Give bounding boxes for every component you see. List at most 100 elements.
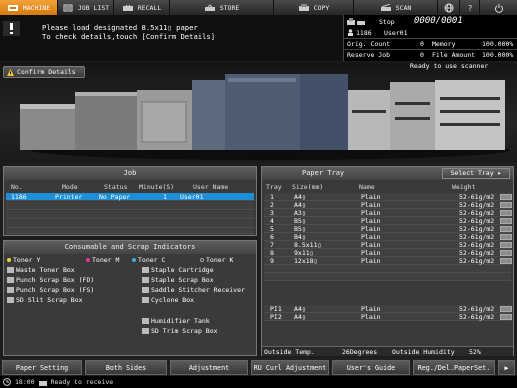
cyclone-box-indicator[interactable]: Cyclone Box bbox=[142, 296, 194, 304]
staple-cartridge-label: Staple Cartridge bbox=[151, 266, 214, 274]
tray-name: Plain bbox=[361, 313, 381, 321]
table-row[interactable] bbox=[6, 228, 254, 234]
tray-size: A3▯ bbox=[294, 209, 306, 217]
tray-size: 12x18▯ bbox=[294, 257, 318, 265]
both-sides-button[interactable]: Both Sides bbox=[85, 360, 167, 375]
staple-icon bbox=[142, 277, 149, 283]
adjustment-button[interactable]: Adjustment bbox=[170, 360, 248, 375]
tray-row[interactable]: 4 B5▯ Plain 52-61g/m2 bbox=[264, 217, 512, 225]
users-guide-button[interactable]: User's Guide bbox=[332, 360, 410, 375]
reg-del-paper-set-button[interactable]: Reg./Del.PaperSet. bbox=[413, 360, 495, 375]
table-row[interactable]: 1186 Printer No Paper 1 User01 bbox=[6, 193, 254, 201]
toner-c-indicator[interactable]: Toner C bbox=[132, 256, 165, 264]
sd-trim-indicator[interactable]: SD Trim Scrap Box bbox=[142, 327, 218, 335]
store-icon bbox=[204, 3, 215, 11]
tray-tray: 8 bbox=[270, 249, 274, 257]
staple-cartridge-indicator[interactable]: Staple Cartridge bbox=[142, 266, 214, 274]
waste-toner-icon bbox=[7, 267, 14, 273]
staple-scrap-indicator[interactable]: Staple Scrap Box bbox=[142, 276, 214, 284]
outside-humidity-value: 52% bbox=[469, 348, 481, 356]
help-button[interactable]: ? bbox=[460, 0, 480, 15]
table-row[interactable] bbox=[6, 202, 254, 210]
confirm-details-button[interactable]: Confirm Details bbox=[3, 66, 85, 78]
tray-size: B5▯ bbox=[294, 217, 306, 225]
job-panel: Job No. Mode Status Minute(S) User Name … bbox=[3, 166, 257, 236]
paper-level-icon bbox=[500, 258, 512, 264]
consumables-title: Consumable and Scrap Indicators bbox=[4, 241, 256, 254]
status-line: 18:00 Ready to receive bbox=[0, 376, 517, 388]
tray-row[interactable]: 6 B4▯ Plain 52-61g/m2 bbox=[264, 233, 512, 241]
tab-recall[interactable]: RECALL bbox=[114, 0, 170, 15]
scanner-status-icon bbox=[357, 21, 365, 25]
tab-store[interactable]: STORE bbox=[170, 0, 274, 15]
punch-fd-indicator[interactable]: Punch Scrap Box (FD) bbox=[7, 276, 94, 284]
toner-k-indicator[interactable]: Toner K bbox=[200, 256, 233, 264]
tray-weight: 52-61g/m2 bbox=[459, 249, 495, 257]
tray-size: A4▯ bbox=[294, 201, 306, 209]
toner-c-label: Toner C bbox=[138, 256, 166, 264]
job-panel-title: Job bbox=[4, 167, 256, 180]
tab-scan[interactable]: SCAN bbox=[354, 0, 438, 15]
job-header-mode: Mode bbox=[62, 183, 78, 191]
memory-label: Memory bbox=[432, 40, 456, 48]
punch-fs-indicator[interactable]: Punch Scrap Box (FS) bbox=[7, 286, 94, 294]
waste-toner-indicator[interactable]: Waste Toner Box bbox=[7, 266, 75, 274]
tray-size: B5▯ bbox=[294, 225, 306, 233]
select-tray-button[interactable]: Select Tray ▸ bbox=[442, 168, 510, 179]
sd-slit-indicator[interactable]: SD Slit Scrap Box bbox=[7, 296, 83, 304]
sd-trim-icon bbox=[142, 328, 149, 334]
copy-icon bbox=[298, 3, 309, 11]
confirm-details-label: Confirm Details bbox=[17, 68, 76, 76]
memory-value: 100.000% bbox=[482, 40, 514, 48]
warning-icon bbox=[3, 21, 20, 36]
print-counter: 0000/0001 bbox=[414, 16, 463, 26]
tray-row[interactable]: 3 A3▯ Plain 52-61g/m2 bbox=[264, 209, 512, 217]
saddle-stitcher-indicator[interactable]: Saddle Stitcher Receiver bbox=[142, 286, 245, 294]
tray-weight: 52-61g/m2 bbox=[459, 201, 495, 209]
job-minutes: 1 bbox=[163, 193, 167, 201]
tray-weight: 52-61g/m2 bbox=[459, 209, 495, 217]
tab-copy[interactable]: COPY bbox=[274, 0, 354, 15]
table-row[interactable] bbox=[6, 211, 254, 219]
tray-row bbox=[264, 265, 511, 273]
tray-size: A4▯ bbox=[294, 193, 306, 201]
environment-bar: Outside Temp. 26Degrees Outside Humidity… bbox=[262, 346, 513, 356]
globe-button[interactable] bbox=[438, 0, 460, 15]
paper-level-icon bbox=[500, 234, 512, 240]
toner-m-indicator[interactable]: Toner M bbox=[86, 256, 119, 264]
tray-row[interactable]: 7 8.5x11▯ Plain 52-61g/m2 bbox=[264, 241, 512, 249]
toner-y-indicator[interactable]: Toner Y bbox=[7, 256, 40, 264]
table-row[interactable] bbox=[6, 220, 254, 228]
tray-row bbox=[264, 273, 511, 281]
select-tray-label: Select Tray bbox=[450, 169, 494, 177]
tray-weight: 52-61g/m2 bbox=[459, 305, 495, 313]
tray-row[interactable]: PI2 A4▯ Plain 52-61g/m2 bbox=[264, 313, 512, 321]
power-button[interactable] bbox=[480, 0, 517, 15]
staple-scrap-label: Staple Scrap Box bbox=[151, 276, 214, 284]
tray-row[interactable]: 2 A4▯ Plain 52-61g/m2 bbox=[264, 201, 512, 209]
tray-row[interactable]: 8 9x11▯ Plain 52-61g/m2 bbox=[264, 249, 512, 257]
paper-setting-button[interactable]: Paper Setting bbox=[2, 360, 82, 375]
tray-weight: 52-61g/m2 bbox=[459, 217, 495, 225]
tab-job-list[interactable]: JOB LIST bbox=[58, 0, 114, 15]
humidifier-tank-indicator[interactable]: Humidifier Tank bbox=[142, 317, 210, 325]
tab-machine[interactable]: MACHINE bbox=[0, 0, 58, 15]
tray-row[interactable]: PI1 A4▯ Plain 52-61g/m2 bbox=[264, 305, 512, 313]
paper-level-icon bbox=[500, 202, 512, 208]
help-icon: ? bbox=[468, 4, 472, 13]
tray-row[interactable]: 5 B5▯ Plain 52-61g/m2 bbox=[264, 225, 512, 233]
tray-header-size: Size(mm) bbox=[292, 183, 324, 191]
tray-header-tray: Tray bbox=[266, 183, 282, 191]
outside-humidity-label: Outside Humidity bbox=[392, 348, 455, 356]
punch-fs-label: Punch Scrap Box (FS) bbox=[16, 286, 95, 294]
paper-level-icon bbox=[500, 242, 512, 248]
humidifier-tank-label: Humidifier Tank bbox=[151, 317, 210, 325]
next-page-button[interactable]: ▶ bbox=[498, 360, 515, 375]
job-no: 1186 bbox=[11, 193, 27, 201]
tray-row[interactable]: 1 A4▯ Plain 52-61g/m2 bbox=[264, 193, 512, 201]
tray-row[interactable]: 9 12x18▯ Plain 52-61g/m2 bbox=[264, 257, 512, 265]
paper-level-icon bbox=[500, 314, 512, 320]
ru-curl-adjustment-button[interactable]: RU Curl Adjustment bbox=[251, 360, 329, 375]
paper-level-icon bbox=[500, 210, 512, 216]
tray-tray: 7 bbox=[270, 241, 274, 249]
